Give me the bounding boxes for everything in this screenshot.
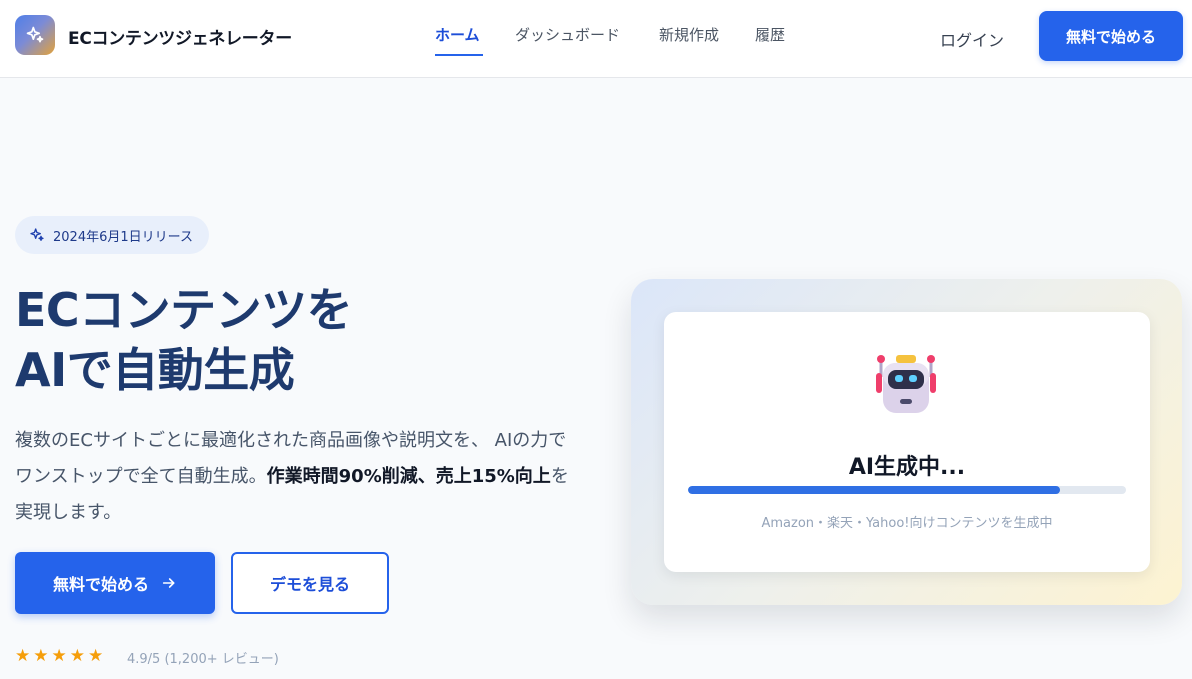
hero-headline: ECコンテンツを AIで自動生成 [15,280,353,400]
star-icon: ★ [15,646,31,666]
rating-text: 4.9/5 (1,200+ レビュー) [127,652,279,667]
start-free-button-label: 無料で始める [52,575,149,594]
nav-active-indicator [435,54,483,56]
arrow-right-icon [162,578,175,588]
nav-new[interactable]: 新規作成 [659,24,719,45]
star-icon: ★ [33,646,49,666]
nav-dashboard[interactable]: ダッシュボード [515,24,620,45]
brand-name[interactable]: ECコンテンツジェネレーター [68,24,292,49]
star-icon: ★ [88,646,104,666]
start-free-button-header[interactable]: 無料で始める [1039,11,1183,61]
view-demo-button[interactable]: デモを見る [231,552,389,614]
nav-home[interactable]: ホーム [435,24,480,45]
hero-description: 複数のECサイトごとに最適化された商品画像や説明文を、 AIの力でワンストップで… [15,423,575,531]
hero-headline-line1: ECコンテンツを [15,283,353,337]
hero-headline-line2: AIで自動生成 [15,343,295,397]
robot-icon [876,355,936,413]
top-header: ECコンテンツジェネレーター ホーム ダッシュボード 新規作成 履歴 ログイン … [0,0,1192,78]
rating-stars: ★ ★ ★ ★ ★ [15,647,103,665]
star-icon: ★ [69,646,85,666]
sparkles-icon [26,26,44,43]
star-icon: ★ [51,646,67,666]
generation-progress-bar [688,486,1126,494]
login-link[interactable]: ログイン [940,27,1004,51]
release-badge-label: 2024年6月1日リリース [53,229,193,245]
nav-history[interactable]: 履歴 [755,24,785,45]
hero-desc-highlight: 作業時間90%削減、売上15%向上 [266,466,551,487]
app-logo[interactable] [15,15,55,55]
generation-progress-fill [688,486,1061,494]
sparkles-icon [30,228,44,241]
release-badge: 2024年6月1日リリース [15,216,209,254]
generator-subtitle: Amazon・楽天・Yahoo!向けコンテンツを生成中 [761,516,1053,531]
start-free-button[interactable]: 無料で始める [15,552,215,614]
generator-title: AI生成中... [848,455,966,480]
